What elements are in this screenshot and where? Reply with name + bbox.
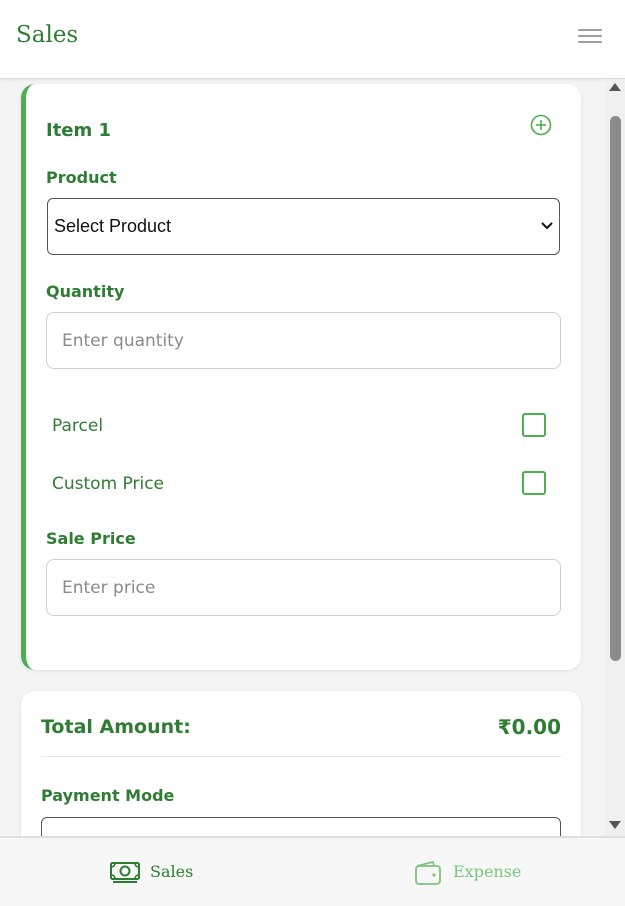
item-title: Item 1	[46, 120, 112, 141]
custom-price-checkbox[interactable]	[522, 471, 546, 495]
scroll-down-arrow-icon[interactable]	[609, 821, 621, 829]
summary-card: Total Amount: ₹0.00 Payment Mode	[21, 691, 581, 836]
sale-price-input[interactable]	[46, 559, 561, 616]
total-amount-label: Total Amount:	[41, 716, 191, 738]
payment-mode-select[interactable]	[41, 817, 561, 836]
app-title: Sales	[16, 22, 79, 48]
sale-price-label: Sale Price	[46, 529, 136, 548]
custom-price-label: Custom Price	[52, 474, 165, 494]
hamburger-menu-icon[interactable]	[578, 29, 602, 47]
quantity-label: Quantity	[46, 282, 125, 301]
quantity-input[interactable]	[46, 312, 561, 369]
wallet-icon	[415, 860, 441, 885]
chevron-down-icon	[541, 222, 553, 230]
divider	[41, 756, 561, 757]
product-select-value: Select Product	[54, 216, 172, 236]
scroll-up-arrow-icon[interactable]	[609, 83, 621, 91]
nav-sales-label: Sales	[150, 862, 194, 881]
item-card: Item 1 Product Select Product Quantity P…	[21, 84, 581, 670]
bottom-navigation: Sales Expense	[0, 836, 625, 906]
parcel-label: Parcel	[52, 416, 104, 436]
payment-mode-label: Payment Mode	[41, 786, 175, 805]
main-content: Item 1 Product Select Product Quantity P…	[0, 79, 606, 836]
scrollbar[interactable]	[606, 79, 625, 836]
nav-expense-label: Expense	[453, 862, 522, 881]
app-header: Sales	[0, 0, 625, 79]
product-label: Product	[46, 168, 117, 187]
total-amount-value: ₹0.00	[497, 715, 561, 739]
add-item-icon[interactable]	[530, 114, 552, 136]
parcel-checkbox[interactable]	[522, 413, 546, 437]
nav-expense-tab[interactable]: Expense	[312, 838, 624, 906]
money-bill-icon	[110, 862, 140, 883]
nav-sales-tab[interactable]: Sales	[0, 838, 312, 906]
product-select[interactable]: Select Product	[47, 198, 560, 255]
scrollbar-thumb[interactable]	[610, 116, 621, 661]
